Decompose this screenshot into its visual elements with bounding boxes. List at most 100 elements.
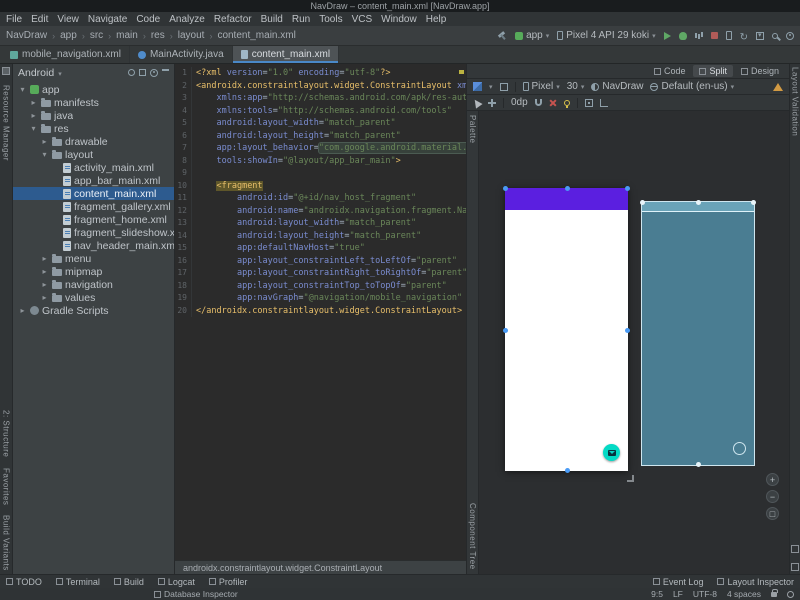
breadcrumb-item[interactable]: src <box>90 30 103 41</box>
tree-item-values[interactable]: ▸values <box>13 291 174 304</box>
app-bar-preview[interactable] <box>505 188 628 210</box>
menu-item-refactor[interactable]: Refactor <box>214 14 252 25</box>
breadcrumb-item[interactable]: main <box>116 30 138 41</box>
selection-handle[interactable] <box>503 186 508 191</box>
pan-tool-icon[interactable] <box>488 99 496 107</box>
blueprint-preview-device[interactable] <box>641 201 755 466</box>
tree-item-app-bar-main-xml[interactable]: app_bar_main.xml <box>13 174 174 187</box>
menu-item-run[interactable]: Run <box>292 14 310 25</box>
tree-expand-arrow[interactable]: ▸ <box>18 306 27 315</box>
error-stripe[interactable] <box>458 64 466 574</box>
device-file-explorer-icon[interactable] <box>791 545 799 553</box>
blueprint-fab-outline[interactable] <box>733 442 746 455</box>
breadcrumb-item[interactable]: res <box>151 30 165 41</box>
tree-item-activity-main-xml[interactable]: activity_main.xml <box>13 161 174 174</box>
tool-tab-favorites[interactable]: Favorites <box>2 468 11 505</box>
zoom-out-button[interactable]: − <box>766 490 779 503</box>
tree-item-fragment-slideshow-xml[interactable]: fragment_slideshow.xml <box>13 226 174 239</box>
gear-icon[interactable] <box>150 69 158 77</box>
selection-handle[interactable] <box>503 328 508 333</box>
emulator-icon[interactable] <box>791 563 799 571</box>
tree-collapse-arrow[interactable]: ▾ <box>40 150 49 159</box>
design-canvas[interactable]: + − □ <box>479 111 789 574</box>
menu-item-view[interactable]: View <box>57 14 79 25</box>
design-surface-icon[interactable] <box>473 82 482 91</box>
run-icon[interactable] <box>664 32 671 40</box>
api-version-menu[interactable]: 30 <box>567 81 585 92</box>
lock-icon[interactable] <box>771 592 777 597</box>
menu-item-build[interactable]: Build <box>261 14 283 25</box>
tool-button-profiler[interactable]: Profiler <box>209 577 248 587</box>
code-lines[interactable]: 1<?xml version="1.0" encoding="utf-8"?>2… <box>175 64 466 560</box>
tree-item-nav-header-main-xml[interactable]: nav_header_main.xml <box>13 239 174 252</box>
selection-handle[interactable] <box>640 200 645 205</box>
status-item-lf[interactable]: LF <box>673 589 683 599</box>
canvas-resize-handle[interactable] <box>627 475 634 482</box>
device-selector[interactable]: Pixel 4 API 29 koki <box>557 30 655 41</box>
locale-menu[interactable]: Default (en-us) <box>650 81 734 92</box>
design-preview-device[interactable] <box>505 188 628 471</box>
tree-item-java[interactable]: ▸java <box>13 109 174 122</box>
tab-MainActivity.java[interactable]: MainActivity.java <box>130 46 233 63</box>
tree-expand-arrow[interactable]: ▸ <box>40 137 49 146</box>
tree-item-menu[interactable]: ▸menu <box>13 252 174 265</box>
breadcrumb-item[interactable]: app <box>60 30 77 41</box>
status-item-utf-8[interactable]: UTF-8 <box>693 589 717 599</box>
palette-tab[interactable]: Palette <box>468 115 477 143</box>
tree-expand-arrow[interactable]: ▸ <box>40 267 49 276</box>
tree-item-navigation[interactable]: ▸navigation <box>13 278 174 291</box>
breadcrumb-item[interactable]: layout <box>178 30 205 41</box>
autoconnect-magnet-icon[interactable] <box>535 99 542 106</box>
profiler-icon[interactable] <box>695 33 697 38</box>
sync-icon[interactable] <box>740 27 748 45</box>
zoom-fit-button[interactable]: □ <box>766 507 779 520</box>
run-config-selector[interactable]: app <box>515 30 549 41</box>
menu-item-file[interactable]: File <box>6 14 22 25</box>
tool-button-todo[interactable]: TODO <box>6 577 42 587</box>
tool-tab-build-variants[interactable]: Build Variants <box>2 515 11 571</box>
collapse-all-icon[interactable] <box>139 69 146 76</box>
align-icon[interactable] <box>600 99 608 107</box>
tree-expand-arrow[interactable]: ▸ <box>40 254 49 263</box>
status-item-4-spaces[interactable]: 4 spaces <box>727 589 761 599</box>
infer-constraints-icon[interactable] <box>564 100 570 106</box>
menu-item-tools[interactable]: Tools <box>319 14 342 25</box>
menu-item-window[interactable]: Window <box>381 14 417 25</box>
build-hammer-icon[interactable] <box>497 31 507 41</box>
selection-handle[interactable] <box>696 200 701 205</box>
warning-icon[interactable] <box>773 83 783 91</box>
mode-code[interactable]: Code <box>648 65 692 77</box>
tree-item-content-main-xml[interactable]: content_main.xml <box>13 187 174 200</box>
memory-indicator-icon[interactable] <box>787 591 794 598</box>
tree-item-gradle-scripts[interactable]: ▸Gradle Scripts <box>13 304 174 317</box>
tool-tab-layout-validation[interactable]: Layout Validation <box>791 67 800 136</box>
selection-handle[interactable] <box>751 200 756 205</box>
database-inspector-button[interactable]: Database Inspector <box>154 589 238 599</box>
tree-item-fragment-gallery-xml[interactable]: fragment_gallery.xml <box>13 200 174 213</box>
tool-button-event-log[interactable]: Event Log <box>653 577 704 587</box>
device-menu[interactable]: Pixel <box>523 81 560 92</box>
tree-expand-arrow[interactable]: ▸ <box>29 98 38 107</box>
tree-expand-arrow[interactable]: ▸ <box>40 293 49 302</box>
clear-constraints-icon[interactable] <box>549 99 557 107</box>
tree-item-mipmap[interactable]: ▸mipmap <box>13 265 174 278</box>
warning-marker[interactable] <box>459 70 464 74</box>
project-tool-icon[interactable] <box>2 67 10 75</box>
search-icon[interactable] <box>772 33 778 39</box>
tool-button-terminal[interactable]: Terminal <box>56 577 100 587</box>
tree-item-manifests[interactable]: ▸manifests <box>13 96 174 109</box>
select-tool-icon[interactable] <box>471 97 482 108</box>
tree-collapse-arrow[interactable]: ▾ <box>18 85 27 94</box>
tree-item-res[interactable]: ▾res <box>13 122 174 135</box>
locate-file-icon[interactable] <box>128 69 135 76</box>
menu-item-help[interactable]: Help <box>426 14 447 25</box>
project-view-selector[interactable]: Android <box>18 67 54 79</box>
debug-icon[interactable] <box>679 32 687 40</box>
tree-item-drawable[interactable]: ▸drawable <box>13 135 174 148</box>
zoom-in-button[interactable]: + <box>766 473 779 486</box>
tool-tab-resource-manager[interactable]: Resource Manager <box>2 85 11 161</box>
tool-button-build[interactable]: Build <box>114 577 144 587</box>
status-item-9-5[interactable]: 9:5 <box>651 589 663 599</box>
orientation-icon[interactable] <box>500 83 508 91</box>
default-margin-selector[interactable]: 0dp <box>511 97 528 108</box>
